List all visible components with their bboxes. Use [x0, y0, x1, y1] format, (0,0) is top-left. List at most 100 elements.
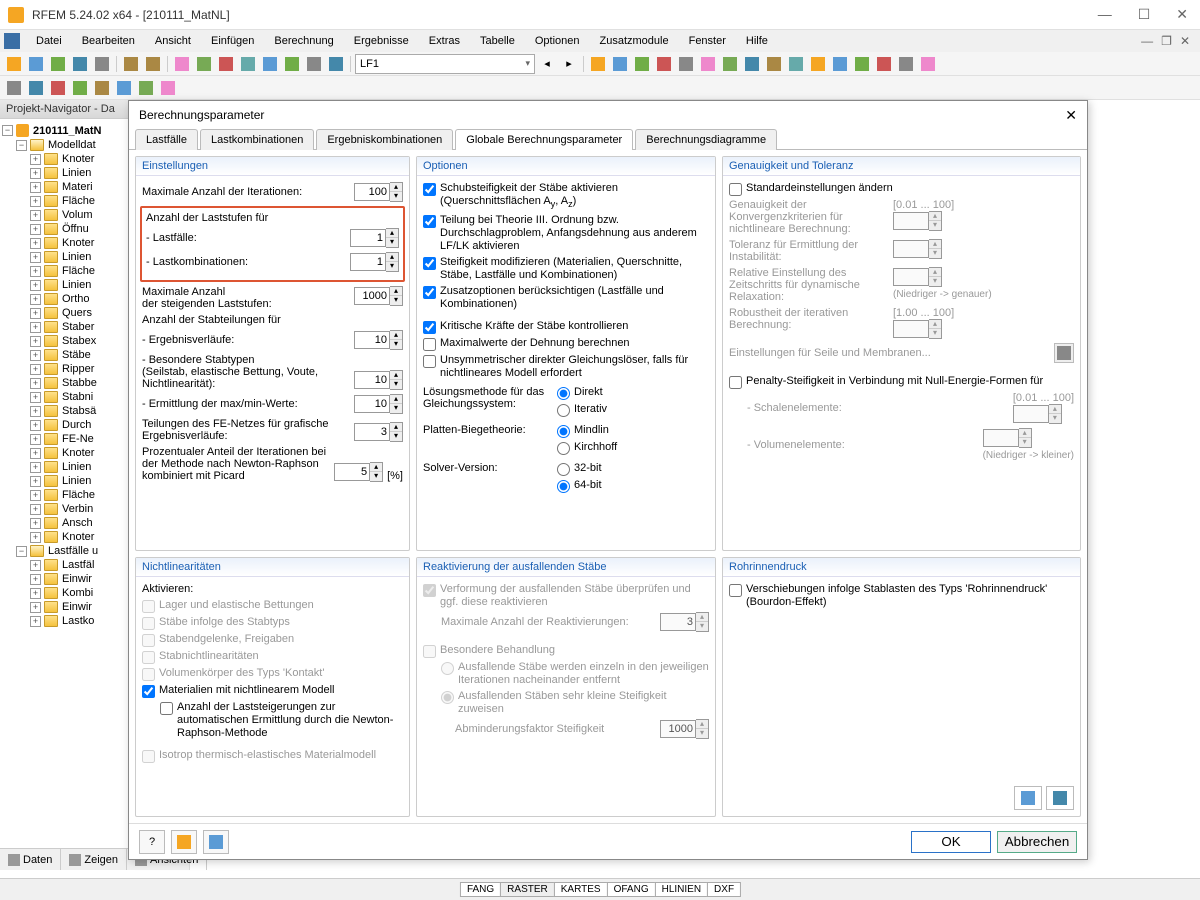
close-button[interactable]: ✕ [1172, 6, 1192, 23]
tab-globale-parameter[interactable]: Globale Berechnungsparameter [455, 129, 633, 150]
help-button[interactable]: ? [139, 830, 165, 854]
chk-max-strain[interactable] [423, 338, 436, 351]
lastfaelle-input[interactable] [350, 229, 386, 247]
tb-f[interactable] [282, 54, 302, 74]
minimize-button[interactable]: — [1094, 6, 1116, 23]
status-hlinien[interactable]: HLINIEN [655, 882, 708, 897]
toggle-icon[interactable]: + [30, 490, 41, 501]
toggle-icon[interactable]: + [30, 462, 41, 473]
spin-down[interactable]: ▾ [386, 262, 398, 271]
spin-down[interactable]: ▾ [390, 404, 402, 413]
status-ofang[interactable]: OFANG [607, 882, 656, 897]
spin-down[interactable]: ▾ [390, 296, 402, 305]
dialog-close-button[interactable]: ✕ [1065, 107, 1077, 124]
toggle-icon[interactable]: + [30, 336, 41, 347]
tb-v[interactable] [874, 54, 894, 74]
tb-t[interactable] [830, 54, 850, 74]
open-button[interactable] [171, 830, 197, 854]
tb-p[interactable] [742, 54, 762, 74]
fe-div-input[interactable] [354, 423, 390, 441]
tb-undo[interactable] [121, 54, 141, 74]
toggle-icon[interactable]: + [30, 364, 41, 375]
toggle-icon[interactable]: + [30, 392, 41, 403]
toggle-icon[interactable]: + [30, 322, 41, 333]
toggle-icon[interactable]: + [30, 308, 41, 319]
tab-lastfaelle[interactable]: Lastfälle [135, 129, 198, 150]
toggle-icon[interactable]: + [30, 252, 41, 263]
menu-ergebnisse[interactable]: Ergebnisse [346, 33, 417, 49]
toggle-icon[interactable]: + [30, 224, 41, 235]
special-types-input[interactable] [354, 371, 390, 389]
chk-extra-opts[interactable] [423, 286, 436, 299]
toggle-root[interactable]: − [2, 125, 13, 136]
toggle-icon[interactable]: + [30, 420, 41, 431]
toggle-icon[interactable]: + [30, 616, 41, 627]
radio-kirchhoff[interactable] [557, 442, 570, 455]
save-button[interactable] [203, 830, 229, 854]
toggle-icon[interactable]: + [30, 168, 41, 179]
tb-l[interactable] [654, 54, 674, 74]
toggle-icon[interactable]: + [30, 196, 41, 207]
toggle-modell[interactable]: − [16, 140, 27, 151]
spin-down[interactable]: ▾ [386, 238, 398, 247]
toggle-icon[interactable]: + [30, 476, 41, 487]
toggle-icon[interactable]: + [30, 504, 41, 515]
menu-ansicht[interactable]: Ansicht [147, 33, 199, 49]
menu-bearbeiten[interactable]: Bearbeiten [74, 33, 143, 49]
spin-down[interactable]: ▾ [370, 472, 382, 481]
menu-einfuegen[interactable]: Einfügen [203, 33, 262, 49]
radio-iterative[interactable] [557, 404, 570, 417]
status-kartes[interactable]: KARTES [554, 882, 608, 897]
tab-berechnungsdiagramme[interactable]: Berechnungsdiagramme [635, 129, 777, 150]
spin-down[interactable]: ▾ [390, 192, 402, 201]
maxmin-input[interactable] [354, 395, 390, 413]
radio-64bit[interactable] [557, 480, 570, 493]
toggle-icon[interactable]: + [30, 182, 41, 193]
toggle-icon[interactable]: + [30, 448, 41, 459]
chk-bourdon[interactable] [729, 584, 742, 597]
ok-button[interactable]: OK [911, 831, 991, 853]
toggle-icon[interactable]: + [30, 434, 41, 445]
spin-down[interactable]: ▾ [390, 340, 402, 349]
toggle-icon[interactable]: + [30, 238, 41, 249]
menu-tabelle[interactable]: Tabelle [472, 33, 523, 49]
toggle-icon[interactable]: + [30, 210, 41, 221]
result-div-input[interactable] [354, 331, 390, 349]
tb-g[interactable] [304, 54, 324, 74]
toggle-icon[interactable]: + [30, 378, 41, 389]
tb-print[interactable] [92, 54, 112, 74]
toggle-icon[interactable]: + [30, 560, 41, 571]
menu-datei[interactable]: Datei [28, 33, 70, 49]
toggle-icon[interactable]: + [30, 588, 41, 599]
menu-zusatzmodule[interactable]: Zusatzmodule [592, 33, 677, 49]
toggle-icon[interactable]: + [30, 294, 41, 305]
chk-std-settings[interactable] [729, 183, 742, 196]
picard-input[interactable] [334, 463, 370, 481]
menu-extras[interactable]: Extras [421, 33, 468, 49]
tab-ergebniskombinationen[interactable]: Ergebniskombinationen [316, 129, 453, 150]
tb-h[interactable] [326, 54, 346, 74]
tb-redo[interactable] [143, 54, 163, 74]
max-incr-input[interactable] [354, 287, 390, 305]
menu-berechnung[interactable]: Berechnung [266, 33, 341, 49]
tb-j[interactable] [610, 54, 630, 74]
tab-lastkombinationen[interactable]: Lastkombinationen [200, 129, 314, 150]
tb-a[interactable] [172, 54, 192, 74]
tb-i[interactable] [588, 54, 608, 74]
tb-o[interactable] [720, 54, 740, 74]
menu-optionen[interactable]: Optionen [527, 33, 588, 49]
tb2-g[interactable] [136, 78, 156, 98]
tb-save[interactable] [48, 54, 68, 74]
toggle-icon[interactable]: + [30, 518, 41, 529]
chk-crit-forces[interactable] [423, 321, 436, 334]
units-button-1[interactable] [1014, 786, 1042, 810]
tb-d[interactable] [238, 54, 258, 74]
radio-mindlin[interactable] [557, 425, 570, 438]
tb-c[interactable] [216, 54, 236, 74]
tb2-c[interactable] [48, 78, 68, 98]
tb-nav-prev[interactable]: ◂ [537, 54, 557, 74]
toggle-icon[interactable]: + [30, 154, 41, 165]
tb-n[interactable] [698, 54, 718, 74]
menu-fenster[interactable]: Fenster [681, 33, 734, 49]
tb-b[interactable] [194, 54, 214, 74]
